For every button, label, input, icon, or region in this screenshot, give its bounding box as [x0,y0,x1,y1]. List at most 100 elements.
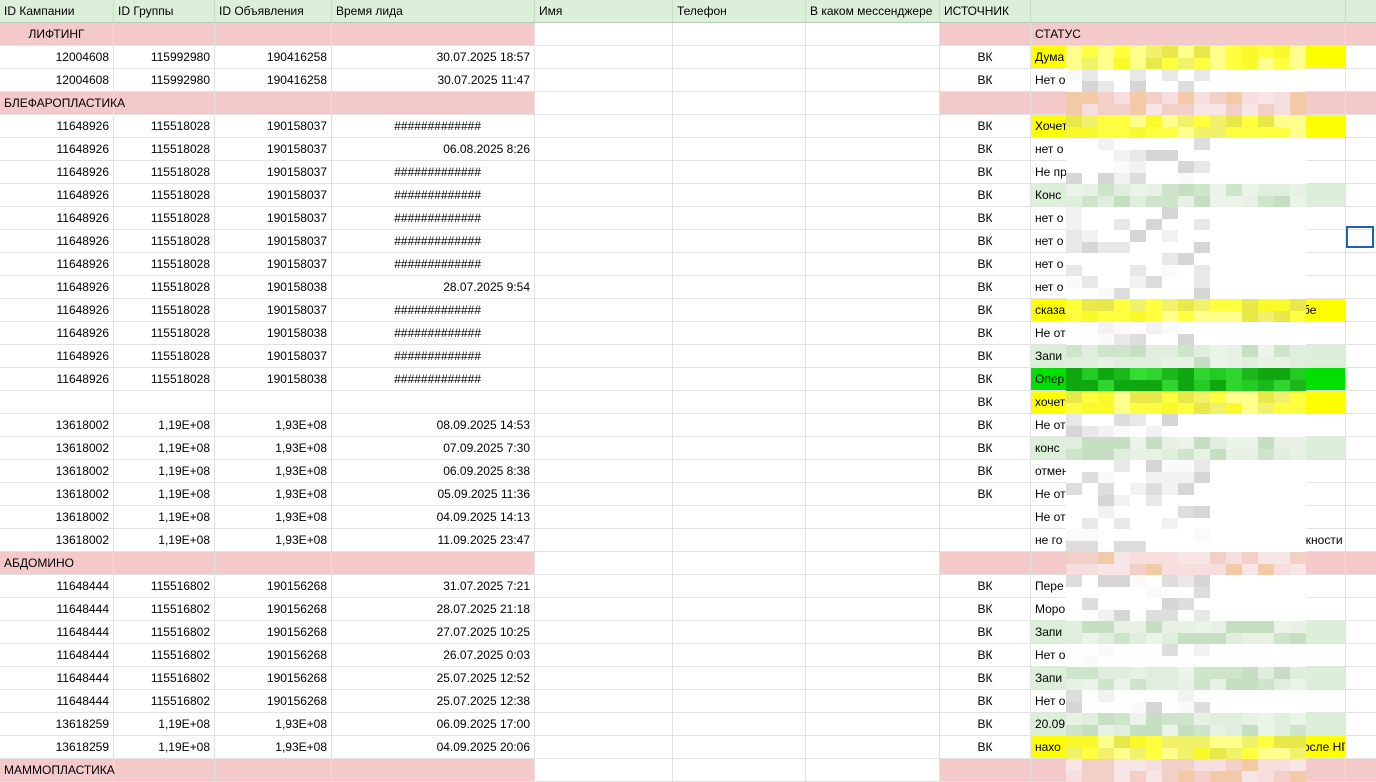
cell-status[interactable]: СТАТУС [1031,23,1346,46]
cell-messenger[interactable] [806,575,940,598]
cell-name[interactable] [535,207,673,230]
cell-extra[interactable] [1346,138,1376,161]
cell-name[interactable] [535,713,673,736]
cell-extra[interactable] [1346,598,1376,621]
cell-phone[interactable] [673,184,806,207]
cell-status[interactable]: Нет о [1031,690,1346,713]
cell-phone[interactable] [673,667,806,690]
cell-messenger[interactable] [806,506,940,529]
cell-group[interactable]: 1,19E+08 [114,506,215,529]
cell-group[interactable]: 115992980 [114,46,215,69]
cell-time[interactable]: 04.09.2025 14:13 [332,506,535,529]
cell-status[interactable]: Запи [1031,621,1346,644]
cell-group[interactable]: 1,19E+08 [114,483,215,506]
cell-status[interactable]: хочет [1031,391,1346,414]
cell-phone[interactable] [673,437,806,460]
cell-campaign[interactable]: АБДОМИНО [0,552,114,575]
cell-phone[interactable] [673,253,806,276]
cell-campaign[interactable]: 11648926 [0,276,114,299]
cell-messenger[interactable] [806,759,940,782]
cell-status[interactable]: Запи [1031,345,1346,368]
cell-campaign[interactable]: 11648926 [0,138,114,161]
cell-source[interactable]: ВК [940,230,1031,253]
cell-campaign[interactable]: 13618002 [0,529,114,552]
cell-time[interactable]: 31.07.2025 7:21 [332,575,535,598]
cell-campaign[interactable]: 11648926 [0,322,114,345]
cell-campaign[interactable]: 11648444 [0,575,114,598]
cell-phone[interactable] [673,368,806,391]
cell-messenger[interactable] [806,667,940,690]
cell-campaign[interactable]: 12004608 [0,46,114,69]
cell-phone[interactable] [673,690,806,713]
cell-group[interactable]: 115516802 [114,644,215,667]
cell-campaign[interactable]: 11648926 [0,345,114,368]
cell-name[interactable] [535,414,673,437]
cell-ad[interactable]: 190158038 [215,276,332,299]
cell-status[interactable] [1031,92,1346,115]
cell-phone[interactable] [673,115,806,138]
cell-ad[interactable]: 1,93E+08 [215,460,332,483]
cell-time[interactable]: ############# [332,253,535,276]
cell-time[interactable]: 30.07.2025 11:47 [332,69,535,92]
cell-campaign[interactable]: 11648926 [0,115,114,138]
cell-source[interactable]: ВК [940,46,1031,69]
cell-name[interactable] [535,69,673,92]
cell-phone[interactable] [673,552,806,575]
cell-source[interactable]: ВК [940,621,1031,644]
cell-messenger[interactable] [806,69,940,92]
cell-name[interactable] [535,345,673,368]
cell-messenger[interactable] [806,621,940,644]
cell-name[interactable] [535,552,673,575]
cell-group[interactable]: 1,19E+08 [114,460,215,483]
cell-status[interactable]: нет о [1031,253,1346,276]
cell-extra[interactable] [1346,667,1376,690]
cell-phone[interactable] [673,161,806,184]
cell-phone[interactable] [673,575,806,598]
cell-source[interactable]: ВК [940,391,1031,414]
cell-phone[interactable] [673,713,806,736]
cell-ad[interactable]: 1,93E+08 [215,414,332,437]
cell-extra[interactable] [1346,69,1376,92]
cell-messenger[interactable] [806,736,940,759]
cell-ad[interactable]: 190158038 [215,322,332,345]
cell-name[interactable] [535,483,673,506]
cell-ad[interactable]: 1,93E+08 [215,506,332,529]
column-header-messenger[interactable]: В каком мессенджере [806,0,940,23]
cell-group[interactable]: 1,19E+08 [114,713,215,736]
cell-phone[interactable] [673,644,806,667]
cell-group[interactable]: 115518028 [114,230,215,253]
cell-group[interactable]: 115518028 [114,184,215,207]
cell-ad[interactable]: 1,93E+08 [215,483,332,506]
cell-name[interactable] [535,460,673,483]
cell-campaign[interactable]: 11648926 [0,161,114,184]
cell-source[interactable]: ВК [940,713,1031,736]
cell-messenger[interactable] [806,690,940,713]
cell-group[interactable] [114,391,215,414]
cell-time[interactable]: ############# [332,345,535,368]
cell-group[interactable]: 1,19E+08 [114,736,215,759]
cell-time[interactable]: 25.07.2025 12:38 [332,690,535,713]
cell-extra[interactable] [1346,345,1376,368]
cell-messenger[interactable] [806,483,940,506]
cell-extra[interactable] [1346,46,1376,69]
cell-status[interactable] [1031,759,1346,782]
cell-status[interactable]: Не от [1031,506,1346,529]
cell-group[interactable]: 115518028 [114,368,215,391]
cell-source[interactable] [940,92,1031,115]
cell-time[interactable]: 28.07.2025 21:18 [332,598,535,621]
cell-campaign[interactable]: 11648926 [0,368,114,391]
cell-source[interactable]: ВК [940,690,1031,713]
cell-name[interactable] [535,644,673,667]
cell-ad[interactable]: 190156268 [215,667,332,690]
cell-phone[interactable] [673,483,806,506]
cell-status[interactable]: Не пр [1031,161,1346,184]
cell-group[interactable]: 1,19E+08 [114,529,215,552]
cell-time[interactable]: 06.08.2025 8:26 [332,138,535,161]
cell-phone[interactable] [673,391,806,414]
cell-extra[interactable] [1346,529,1376,552]
cell-extra[interactable] [1346,483,1376,506]
cell-messenger[interactable] [806,46,940,69]
cell-name[interactable] [535,437,673,460]
cell-campaign[interactable]: 11648926 [0,230,114,253]
cell-name[interactable] [535,253,673,276]
